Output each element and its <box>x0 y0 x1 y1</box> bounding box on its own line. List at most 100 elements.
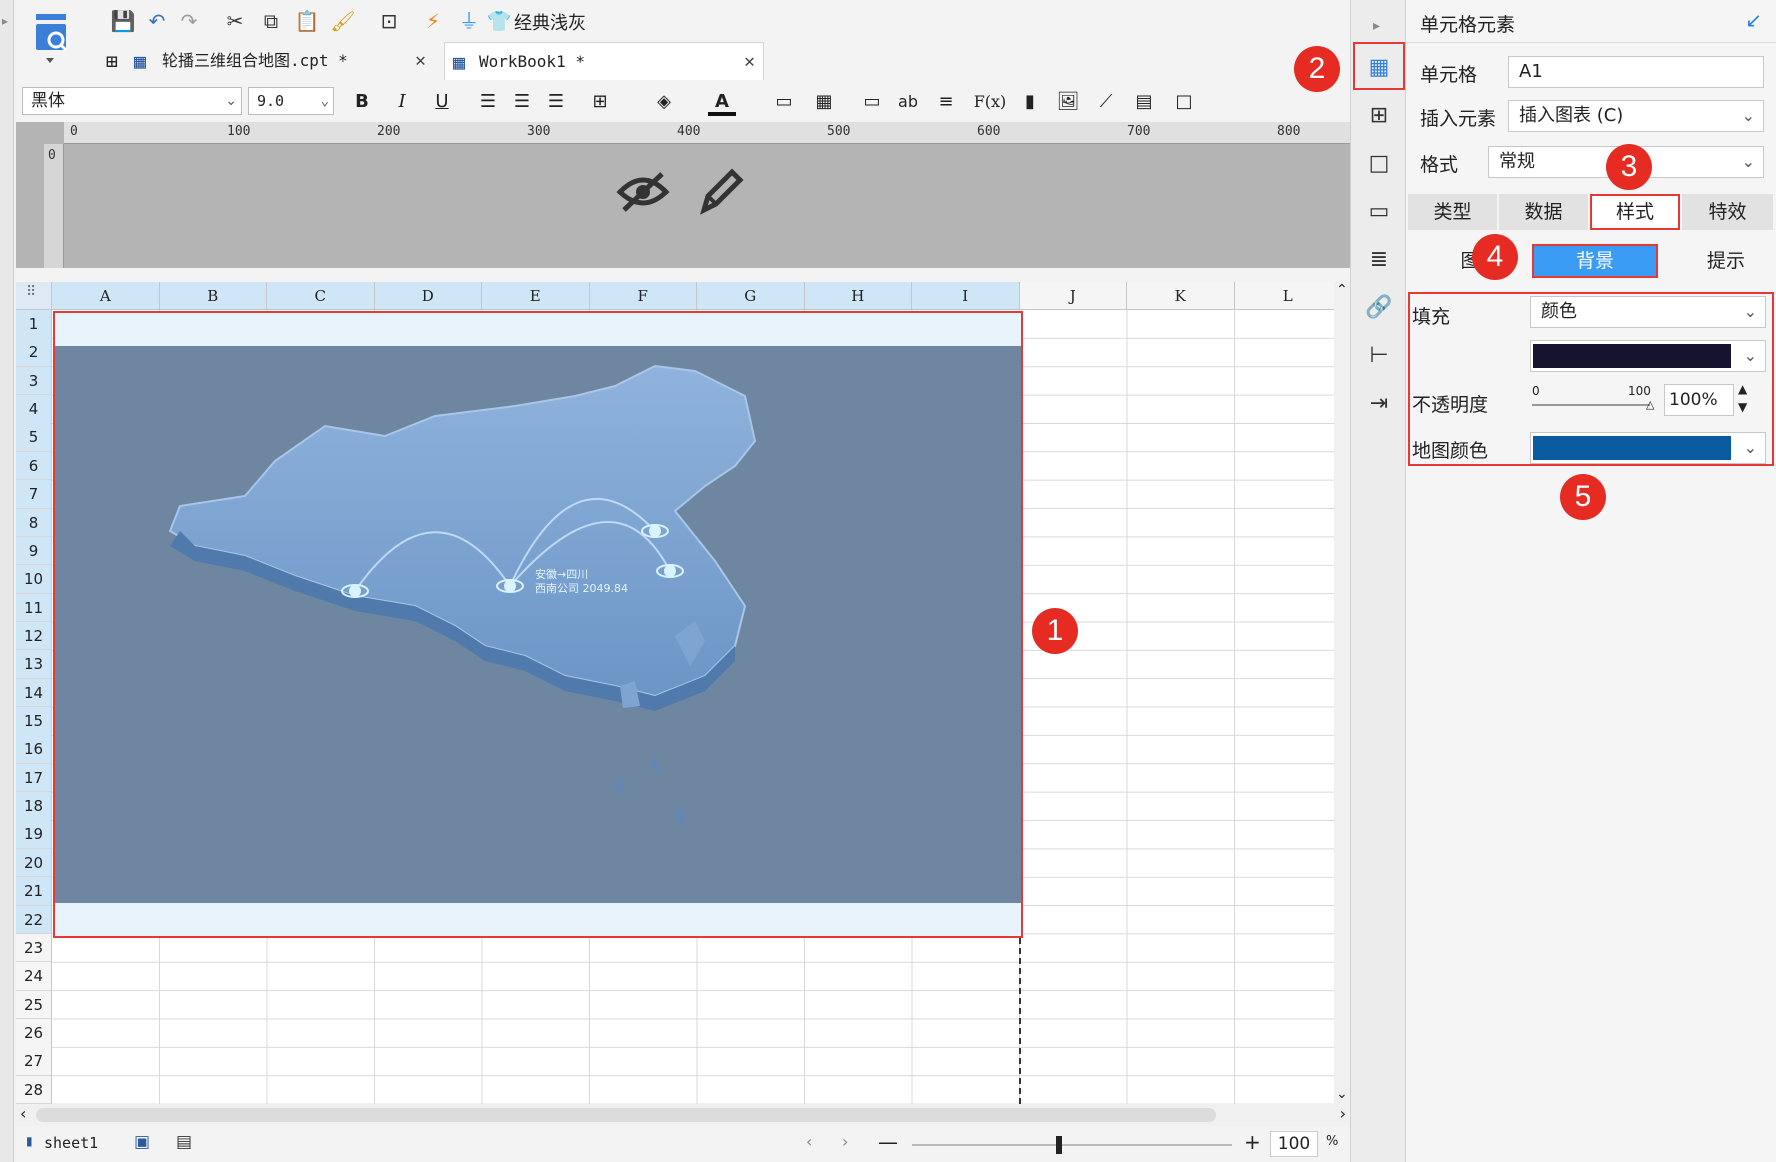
row-header[interactable]: 27 <box>16 1047 52 1076</box>
scroll-down-icon[interactable]: ⌄ <box>1336 1086 1348 1102</box>
scroll-left-icon[interactable]: ‹ <box>20 1104 26 1123</box>
select-all-corner[interactable]: ⠿ <box>16 282 52 310</box>
row-header[interactable]: 2 <box>16 338 52 367</box>
fill-type-select[interactable]: 颜色 ⌄ <box>1530 296 1766 328</box>
row-header[interactable]: 13 <box>16 650 52 679</box>
row-header[interactable]: 26 <box>16 1019 52 1048</box>
opacity-value-field[interactable]: 100% <box>1664 384 1734 416</box>
add-dashboard-icon[interactable]: ▤ <box>176 1132 192 1152</box>
font-size-select[interactable]: 9.0 ⌄ <box>248 87 334 115</box>
image-icon[interactable]: 🖼 <box>1054 88 1082 116</box>
font-family-select[interactable]: 黑体 ⌄ <box>22 87 242 115</box>
column-header[interactable]: B <box>159 282 267 310</box>
row-header[interactable]: 24 <box>16 962 52 991</box>
collapse-panel-icon[interactable]: ▸ <box>1373 18 1380 34</box>
underline-button[interactable]: U <box>428 88 456 116</box>
page-prev-icon[interactable]: ‹ <box>806 1132 812 1151</box>
theme-icon[interactable]: 👕 <box>486 8 512 34</box>
row-header[interactable]: 20 <box>16 848 52 878</box>
subtab-tooltip[interactable]: 提示 <box>1686 244 1766 278</box>
zoom-slider-track[interactable] <box>912 1144 1232 1146</box>
import-icon[interactable]: ⇥ <box>1363 388 1395 420</box>
format-painter-icon[interactable]: 🖌 <box>330 8 356 34</box>
subtab-background[interactable]: 背景 <box>1532 244 1658 278</box>
align-right-icon[interactable]: ☰ <box>542 88 570 116</box>
zoom-slider-thumb[interactable] <box>1056 1136 1062 1154</box>
paste-icon[interactable]: 📋 <box>294 8 320 34</box>
font-color-icon[interactable]: A <box>708 88 736 116</box>
save-icon[interactable]: 💾 <box>110 8 136 34</box>
row-header[interactable]: 1 <box>16 310 52 339</box>
table-icon[interactable]: ▦ <box>810 88 838 116</box>
column-header[interactable]: J <box>1019 282 1127 310</box>
column-header[interactable]: F <box>589 282 697 310</box>
border-dropdown-icon[interactable]: □ <box>1170 88 1198 116</box>
row-header[interactable]: 14 <box>16 678 52 708</box>
subreport-icon[interactable]: ▤ <box>1130 88 1158 116</box>
tab-style[interactable]: 样式 <box>1590 194 1680 230</box>
row-header[interactable]: 11 <box>16 593 52 623</box>
column-header[interactable]: H <box>804 282 912 310</box>
close-icon[interactable]: ✕ <box>415 42 426 80</box>
fill-color-icon[interactable]: ◈ <box>650 88 678 116</box>
pin-icon[interactable]: ↙ <box>1745 8 1762 32</box>
structure-tree-icon[interactable]: ⊢ <box>1363 340 1395 372</box>
cut-icon[interactable]: ✂ <box>222 8 248 34</box>
row-header[interactable]: 3 <box>16 366 52 396</box>
insert-element-select[interactable]: 插入图表 (C) ⌄ <box>1508 100 1764 132</box>
row-header[interactable]: 22 <box>16 905 52 935</box>
lightning-icon[interactable]: ⚡ <box>420 8 446 34</box>
merged-cell-a1[interactable]: 安徽→四川 西南公司 2049.84 <box>53 311 1023 938</box>
column-header[interactable]: K <box>1127 282 1235 310</box>
tab-cpt[interactable]: ⊞ ▦ 轮播三维组合地图.cpt * ✕ <box>100 42 440 80</box>
row-header[interactable]: 12 <box>16 621 52 651</box>
row-header[interactable]: 25 <box>16 990 52 1020</box>
textbox-icon[interactable]: ▭ <box>858 88 886 116</box>
opacity-slider-track[interactable] <box>1532 404 1650 406</box>
bold-button[interactable]: B <box>348 88 376 116</box>
align-center-icon[interactable]: ☰ <box>508 88 536 116</box>
map-color-picker[interactable]: ⌄ <box>1530 432 1766 464</box>
designer-logo-button[interactable] <box>30 10 76 72</box>
column-header[interactable]: D <box>374 282 482 310</box>
row-header[interactable]: 4 <box>16 395 52 424</box>
rich-text-icon[interactable]: ≡ <box>932 88 960 116</box>
formula-button[interactable]: F(x) <box>972 88 1008 116</box>
tab-workbook[interactable]: ▦ WorkBook1 * ✕ <box>444 42 764 80</box>
redo-icon[interactable]: ↷ <box>176 8 202 34</box>
spreadsheet-grid[interactable]: ⠿ ABCDEFGHIJKL 1 2 3 4 5 6 7 8 9 10 11 12 13 14 15 16 17… <box>16 282 1334 1104</box>
spinner-down-icon[interactable]: ▼ <box>1738 400 1747 414</box>
copy-icon[interactable]: ⧉ <box>258 8 284 34</box>
opacity-slider-thumb[interactable]: △ <box>1646 398 1654 411</box>
vertical-scrollbar[interactable]: ⌃ ⌄ <box>1334 282 1350 1104</box>
scroll-right-icon[interactable]: › <box>1340 1104 1346 1123</box>
zoom-in-icon[interactable]: + <box>1244 1130 1261 1154</box>
row-header[interactable]: 9 <box>16 536 52 566</box>
row-header[interactable]: 18 <box>16 792 52 821</box>
column-header[interactable]: I <box>912 282 1020 310</box>
align-left-icon[interactable]: ☰ <box>474 88 502 116</box>
row-header[interactable]: 15 <box>16 707 52 736</box>
zoom-out-icon[interactable]: — <box>878 1130 898 1154</box>
text-element-button[interactable]: ab <box>894 88 922 116</box>
column-header[interactable]: C <box>267 282 375 310</box>
chart-icon[interactable]: ▮ <box>1016 88 1044 116</box>
add-sheet-icon[interactable]: ▣ <box>134 1132 150 1152</box>
row-header[interactable]: 7 <box>16 480 52 509</box>
edit-pencil-icon[interactable] <box>696 166 744 221</box>
row-header[interactable]: 5 <box>16 423 52 452</box>
theme-label[interactable]: 经典浅灰 <box>514 9 586 35</box>
merge-cells-icon[interactable]: ▭ <box>770 88 798 116</box>
slash-icon[interactable]: ⟋ <box>1092 88 1120 116</box>
hide-eye-icon[interactable] <box>616 168 670 224</box>
tab-data[interactable]: 数据 <box>1499 194 1589 230</box>
widget-settings-icon[interactable]: ▭ <box>1363 196 1395 228</box>
plugin-icon[interactable]: ⏚ <box>456 8 482 34</box>
condition-attribute-icon[interactable]: ≣ <box>1363 244 1395 276</box>
expand-left-icon[interactable]: ▸ <box>2 14 8 28</box>
column-header[interactable]: E <box>482 282 590 310</box>
cell-address-field[interactable]: A1 <box>1508 56 1764 88</box>
row-header[interactable]: 23 <box>16 933 52 963</box>
left-collapse-strip[interactable]: ▸ <box>0 0 14 1162</box>
close-icon[interactable]: ✕ <box>744 43 755 81</box>
